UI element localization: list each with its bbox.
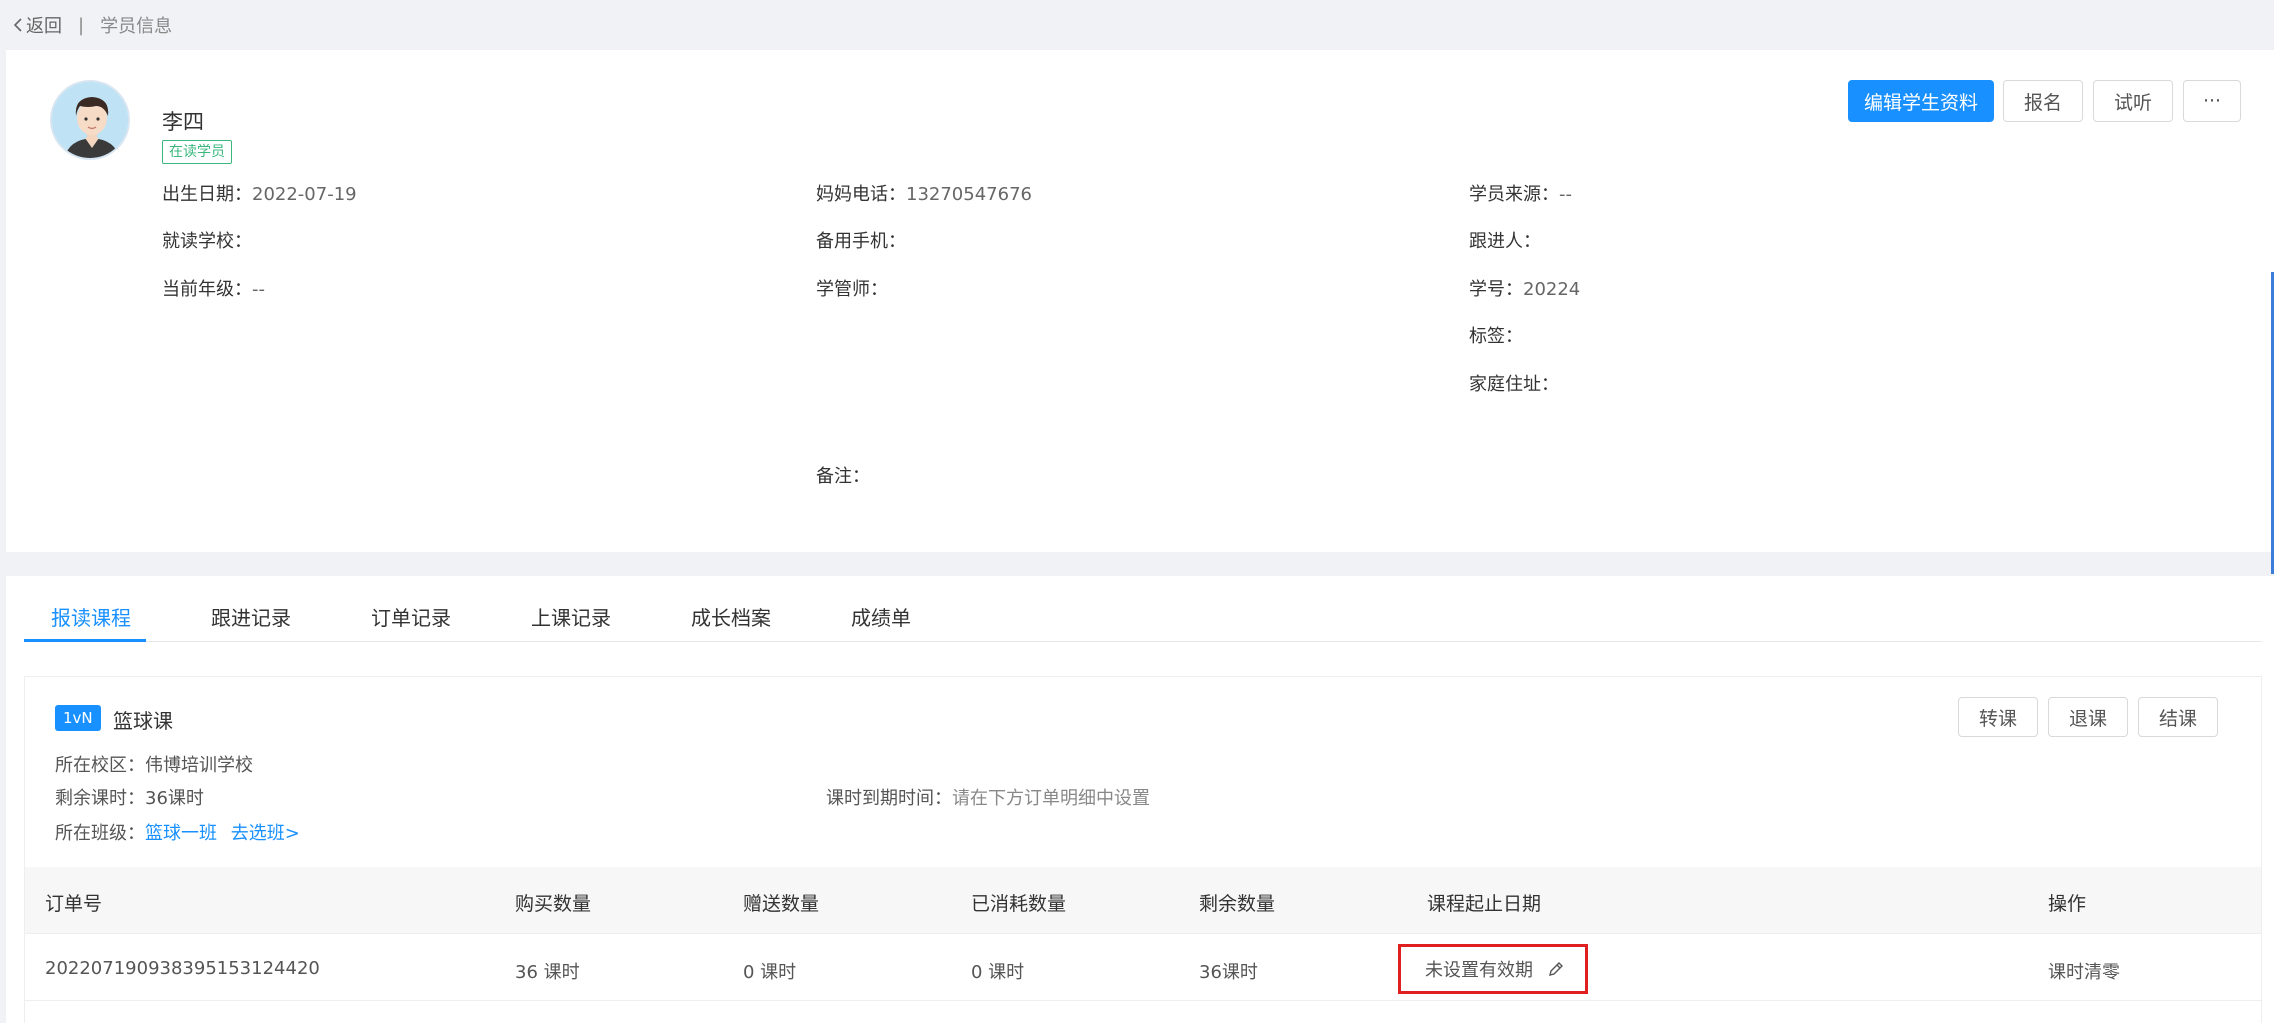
column-header-consumed: 已消耗数量 [971, 893, 1067, 915]
student-profile-card: 李四 在读学员 出生日期：2022-07-19 就读学校： 当前年级：-- 妈妈… [6, 50, 2274, 552]
campus-label: 所在校区： [55, 755, 145, 776]
edit-icon[interactable] [1547, 960, 1565, 978]
birth-date-field: 出生日期：2022-07-19 [162, 180, 357, 206]
refund-course-button[interactable]: 退课 [2048, 697, 2128, 737]
enroll-button[interactable]: 报名 [2003, 80, 2083, 122]
mother-phone-label: 妈妈电话： [816, 184, 906, 205]
tab-attendance[interactable]: 上课记录 [531, 602, 611, 631]
detail-card: 报读课程 跟进记录 订单记录 上课记录 成长档案 成绩单 1vN 篮球课 转课 … [6, 576, 2274, 1023]
column-header-validity: 课程起止日期 [1427, 893, 1542, 915]
validity-value: 未设置有效期 [1425, 960, 1533, 981]
order-no-link[interactable]: 20220719093839515312442​0 [45, 958, 320, 979]
tab-bar: 报读课程 跟进记录 订单记录 上课记录 成长档案 成绩单 [24, 576, 2262, 642]
backup-phone-label: 备用手机： [816, 231, 906, 252]
student-no-value: 20224 [1523, 279, 1581, 300]
validity-cell-highlight: 未设置有效期 [1398, 944, 1588, 994]
backup-phone-field: 备用手机： [816, 227, 906, 253]
course-name: 篮球课 [113, 709, 173, 733]
course-type-badge: 1vN [55, 705, 101, 731]
back-button[interactable]: 返回 [12, 12, 62, 38]
school-label: 就读学校： [162, 231, 252, 252]
school-field: 就读学校： [162, 227, 252, 253]
tab-orders[interactable]: 订单记录 [371, 602, 451, 631]
transfer-course-button[interactable]: 转课 [1958, 697, 2038, 737]
remaining-hours-field: 剩余课时：36课时 [55, 784, 204, 810]
back-label: 返回 [26, 16, 62, 37]
consumed-cell: 0 课时 [971, 962, 1025, 983]
manager-label: 学管师： [816, 279, 888, 300]
remaining-hours-value: 36课时 [145, 788, 204, 809]
top-bar: 返回 | 学员信息 [0, 0, 2274, 50]
remark-field: 备注： [816, 462, 870, 488]
tab-enrolled-courses[interactable]: 报读课程 [51, 602, 131, 631]
table-row: 20220719093839515312442​0 36 课时 0 课时 0 课… [25, 933, 2261, 1001]
finish-course-button[interactable]: 结课 [2138, 697, 2218, 737]
trial-button[interactable]: 试听 [2093, 80, 2173, 122]
remaining-hours-label: 剩余课时： [55, 788, 145, 809]
clear-hours-link[interactable]: 课时清零 [2048, 958, 2120, 984]
tab-transcript[interactable]: 成绩单 [851, 602, 911, 631]
tab-growth[interactable]: 成长档案 [691, 602, 771, 631]
class-field: 所在班级：篮球一班 去选班> [55, 819, 300, 845]
follower-label: 跟进人： [1469, 231, 1541, 252]
class-link[interactable]: 篮球一班 [145, 823, 217, 844]
source-label: 学员来源： [1469, 184, 1559, 205]
column-header-remaining: 剩余数量 [1199, 893, 1276, 915]
mother-phone-value: 13270547676 [906, 184, 1032, 205]
birth-date-label: 出生日期： [162, 184, 252, 205]
student-no-field: 学号：20224 [1469, 275, 1580, 301]
student-name: 李四 [162, 110, 204, 134]
expiry-label: 课时到期时间： [826, 788, 952, 809]
choose-class-link[interactable]: 去选班> [231, 823, 300, 844]
address-field: 家庭住址： [1469, 370, 1559, 396]
more-button[interactable]: ··· [2183, 80, 2241, 122]
expiry-hint: 请在下方订单明细中设置 [952, 788, 1150, 809]
avatar [50, 80, 130, 160]
tags-label: 标签： [1469, 326, 1523, 347]
breadcrumb-separator: | [78, 14, 85, 36]
remaining-cell: 36课时 [1199, 962, 1258, 983]
course-panel: 1vN 篮球课 转课 退课 结课 所在校区：伟博培训学校 剩余课时：36课时 课… [24, 676, 2262, 1023]
tags-field: 标签： [1469, 322, 1523, 348]
birth-date-value: 2022-07-19 [252, 184, 357, 205]
source-field: 学员来源：-- [1469, 180, 1572, 206]
bought-cell: 36 课时 [515, 962, 580, 983]
edit-student-button[interactable]: 编辑学生资料 [1848, 80, 1994, 122]
active-tab-indicator [24, 639, 146, 642]
status-badge: 在读学员 [162, 140, 232, 164]
student-no-label: 学号： [1469, 279, 1523, 300]
grade-value: -- [252, 279, 265, 300]
column-header-order-no: 订单号 [45, 893, 103, 915]
orders-table-header: 订单号 购买数量 赠送数量 已消耗数量 剩余数量 课程起止日期 操作 [25, 867, 2261, 933]
manager-field: 学管师： [816, 275, 888, 301]
address-label: 家庭住址： [1469, 374, 1559, 395]
gift-cell: 0 课时 [743, 962, 797, 983]
page-title: 学员信息 [100, 16, 173, 37]
mother-phone-field: 妈妈电话：13270547676 [816, 180, 1032, 206]
grade-field: 当前年级：-- [162, 275, 265, 301]
class-label: 所在班级： [55, 823, 145, 844]
column-header-bought: 购买数量 [515, 893, 592, 915]
column-header-action: 操作 [2048, 893, 2087, 915]
avatar-icon [52, 82, 128, 158]
remark-label: 备注： [816, 466, 870, 487]
source-value: -- [1559, 184, 1572, 205]
follower-field: 跟进人： [1469, 227, 1541, 253]
column-header-gift: 赠送数量 [743, 893, 820, 915]
expiry-field: 课时到期时间：请在下方订单明细中设置 [826, 784, 1150, 810]
grade-label: 当前年级： [162, 279, 252, 300]
tab-follow-up[interactable]: 跟进记录 [211, 602, 291, 631]
campus-field: 所在校区：伟博培训学校 [55, 751, 253, 777]
campus-value: 伟博培训学校 [145, 755, 253, 776]
chevron-left-icon [13, 18, 22, 32]
